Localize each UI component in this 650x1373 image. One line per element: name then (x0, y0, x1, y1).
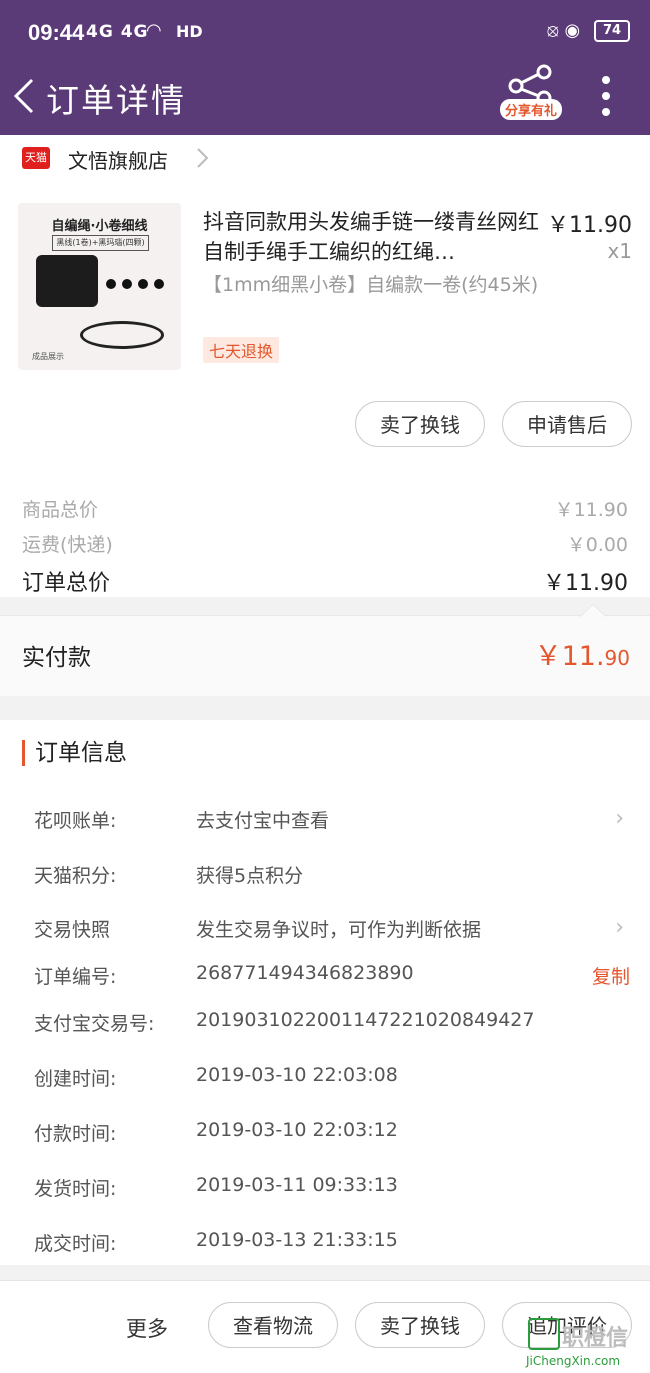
info-label: 创建时间: (34, 1068, 117, 1090)
sell-button[interactable]: 卖了换钱 (355, 401, 485, 447)
info-value: 268771494346823890 (196, 962, 414, 984)
product-quantity: x1 (607, 239, 632, 263)
deal-time-row: 成交时间: 2019-03-13 21:33:15 (34, 1229, 630, 1259)
info-value: 2019-03-11 09:33:13 (196, 1174, 398, 1196)
view-logistics-button[interactable]: 查看物流 (208, 1302, 338, 1348)
goods-total-row: 商品总价 ￥11.90 (22, 495, 628, 521)
info-label: 付款时间: (34, 1123, 117, 1145)
goods-total-value: ￥11.90 (554, 499, 628, 521)
product-image-subtitle: 黑线(1卷)+黑玛瑙(四颗) (52, 235, 149, 251)
watermark: 职橙信 JiChengXin.com (522, 1314, 646, 1372)
bead (122, 279, 132, 289)
return-policy-tag: 七天退换 (203, 337, 280, 363)
goods-total-label: 商品总价 (22, 499, 99, 521)
huabei-row[interactable]: 花呗账单: 去支付宝中查看 › (34, 806, 630, 836)
product-image-title: 自编绳·小卷细线 (51, 219, 148, 234)
network-indicator: 4G 4G (86, 22, 149, 42)
more-menu-icon[interactable] (596, 74, 616, 122)
info-label: 支付宝交易号: (34, 1013, 155, 1035)
tmall-badge: 天猫 (22, 147, 50, 169)
info-value: 2019-03-13 21:33:15 (196, 1229, 398, 1251)
product-price: ￥11.90 (547, 213, 632, 238)
info-value: 2019-03-10 22:03:08 (196, 1064, 398, 1086)
info-label: 订单编号: (34, 966, 117, 988)
watermark-logo-icon (528, 1318, 560, 1350)
share-reward-badge[interactable]: 分享有礼 (500, 99, 563, 120)
share-icon[interactable] (506, 64, 556, 104)
paid-amount-integer: ￥11. (534, 641, 605, 672)
copy-button[interactable]: 复制 (592, 962, 630, 989)
chevron-right-icon: › (615, 806, 624, 831)
info-label: 发货时间: (34, 1178, 117, 1200)
info-label: 花呗账单: (34, 810, 117, 832)
shipping-row: 运费(快递) ￥0.00 (22, 530, 628, 556)
page-title: 订单详情 (46, 81, 186, 120)
order-total-value: ￥11.90 (543, 571, 628, 596)
order-total-row: 订单总价 ￥11.90 (22, 565, 628, 596)
order-info-title: 订单信息 (22, 740, 127, 766)
shipped-time-row: 发货时间: 2019-03-11 09:33:13 (34, 1174, 630, 1204)
product-image[interactable]: 自编绳·小卷细线 黑线(1卷)+黑玛瑙(四颗) 成品展示 (18, 203, 181, 370)
lock-rotation-icon: ◉ (564, 20, 581, 41)
bracelet-sample (80, 321, 164, 349)
tmall-points-row: 天猫积分: 获得5点积分 (34, 861, 630, 891)
shipping-label: 运费(快递) (22, 534, 113, 556)
product-image-caption: 成品展示 (32, 352, 64, 361)
info-label: 成交时间: (34, 1233, 117, 1255)
paid-amount: ￥11.90 (535, 634, 630, 673)
paid-label: 实付款 (22, 645, 91, 671)
alipay-trade-row: 支付宝交易号: 2019031022001147221020849427 (34, 1009, 630, 1039)
order-card: 天猫 文悟旗舰店 自编绳·小卷细线 黑线(1卷)+黑玛瑙(四颗) 成品展示 抖音… (0, 135, 650, 597)
chevron-right-icon[interactable] (196, 147, 210, 169)
watermark-brand: 职橙信 (562, 1326, 629, 1351)
order-total-label: 订单总价 (22, 571, 111, 596)
shipping-value: ￥0.00 (566, 534, 628, 556)
hd-indicator: HD (176, 22, 203, 41)
info-value: 发生交易争议时，可作为判断依据 (196, 919, 482, 941)
shop-name[interactable]: 文悟旗舰店 (68, 145, 168, 174)
nav-bar: 订单详情 分享有礼 (0, 64, 650, 135)
info-value: 获得5点积分 (196, 865, 304, 887)
vibrate-icon: ⦻ (546, 20, 559, 41)
order-number-row: 订单编号: 268771494346823890 复制 (34, 962, 630, 992)
bead (106, 279, 116, 289)
info-value: 去支付宝中查看 (196, 810, 330, 832)
product-title[interactable]: 抖音同款用头发编手链一缕青丝网红自制手绳手工编织的红绳… (203, 207, 543, 267)
wifi-icon: ◠ (146, 20, 162, 41)
bead (138, 279, 148, 289)
product-sku: 【1mm细黑小卷】自编款一卷(约45米) (203, 274, 539, 296)
info-label: 交易快照 (34, 919, 111, 941)
bead (154, 279, 164, 289)
watermark-url: JiChengXin.com (526, 1354, 621, 1368)
back-icon[interactable] (10, 74, 40, 118)
info-value: 2019031022001147221020849427 (196, 1009, 535, 1031)
paid-amount-decimal: 90 (604, 646, 630, 670)
payment-time-row: 付款时间: 2019-03-10 22:03:12 (34, 1119, 630, 1149)
chevron-right-icon: › (615, 915, 624, 940)
battery-icon: 74 (594, 20, 630, 42)
status-time: 09:44 (28, 20, 85, 45)
status-bar: 09:44 4G 4G HD ◠ ⦻ ◉ 74 (0, 0, 650, 64)
snapshot-row[interactable]: 交易快照 发生交易争议时，可作为判断依据 › (34, 915, 630, 945)
after-sale-button[interactable]: 申请售后 (502, 401, 632, 447)
created-time-row: 创建时间: 2019-03-10 22:03:08 (34, 1064, 630, 1094)
info-value: 2019-03-10 22:03:12 (196, 1119, 398, 1141)
more-button[interactable]: 更多 (126, 1313, 168, 1343)
status-right: ⦻ ◉ 74 (547, 20, 630, 42)
paid-amount-bar: 实付款 ￥11.90 (0, 604, 650, 696)
sell-button-bottom[interactable]: 卖了换钱 (355, 1302, 485, 1348)
info-label: 天猫积分: (34, 865, 117, 887)
pointer-caret (580, 604, 606, 617)
order-info-section: 订单信息 花呗账单: 去支付宝中查看 › 天猫积分: 获得5点积分 交易快照 发… (0, 720, 650, 1265)
thread-spool (36, 255, 98, 307)
